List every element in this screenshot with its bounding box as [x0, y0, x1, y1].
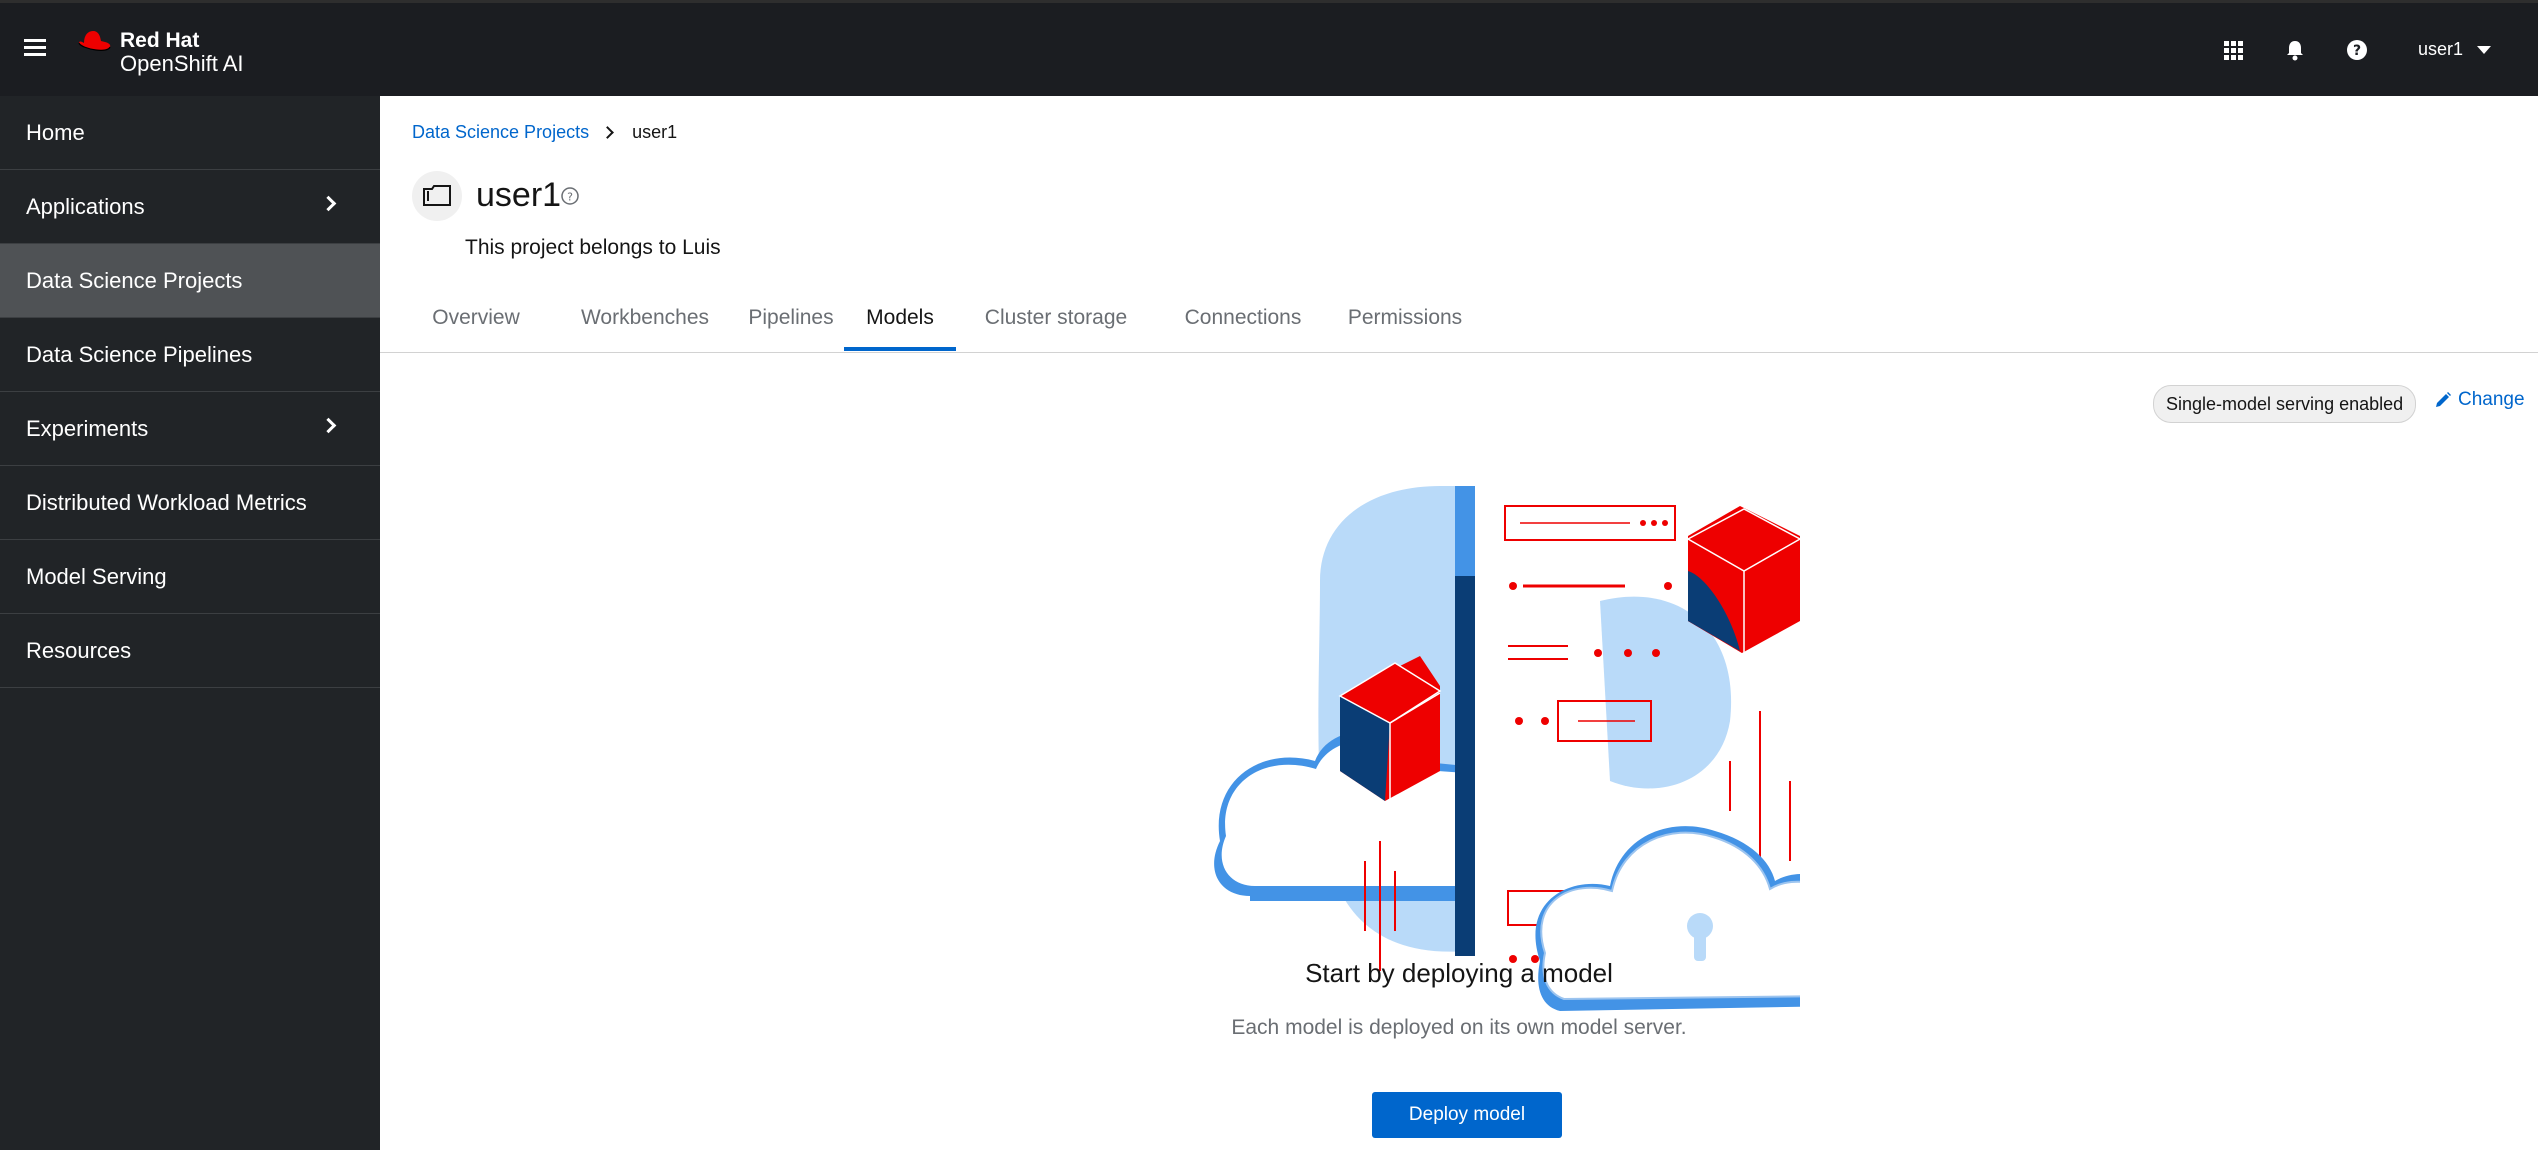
app-launcher-icon[interactable]	[2222, 39, 2244, 61]
deploy-model-button[interactable]: Deploy model	[1372, 1092, 1562, 1138]
tab-permissions[interactable]: Permissions	[1325, 288, 1485, 351]
hamburger-icon[interactable]	[24, 39, 46, 59]
caret-down-icon	[2477, 45, 2492, 54]
tab-workbenches[interactable]: Workbenches	[556, 288, 734, 351]
folder-icon	[423, 185, 451, 206]
chevron-right-icon	[320, 195, 337, 212]
sidebar-item-data-science-pipelines[interactable]: Data Science Pipelines	[0, 318, 380, 392]
chevron-right-icon	[320, 417, 337, 434]
brand-line1: Red Hat	[120, 29, 200, 52]
username-label: user1	[2418, 39, 2464, 59]
user-menu[interactable]: user1	[2418, 39, 2492, 60]
sidebar-item-data-science-projects[interactable]: Data Science Projects	[0, 244, 380, 318]
breadcrumb-current: user1	[632, 122, 678, 142]
tab-pipelines[interactable]: Pipelines	[731, 288, 851, 351]
brand-text: Red Hat OpenShift AI	[120, 29, 244, 75]
sidebar-item-label: Data Science Pipelines	[26, 341, 253, 367]
model-deploy-illustration	[1214, 486, 1800, 1011]
sidebar-item-label: Home	[26, 119, 85, 145]
empty-state-body: Each model is deployed on its own model …	[1231, 1016, 1687, 1039]
sidebar-item-label: Applications	[26, 193, 145, 219]
red-hat-logo-icon	[78, 31, 111, 51]
pencil-icon	[2436, 392, 2451, 407]
change-serving-link[interactable]: Change	[2434, 389, 2525, 411]
tab-overview[interactable]: Overview	[412, 288, 540, 351]
sidebar-item-label: Model Serving	[26, 563, 167, 589]
brand-line2: OpenShift AI	[120, 51, 244, 76]
help-icon[interactable]: ?	[2346, 39, 2368, 61]
change-label: Change	[2458, 389, 2525, 410]
svg-text:?: ?	[567, 191, 573, 204]
sidebar-item-experiments[interactable]: Experiments	[0, 392, 380, 466]
main-content: Data Science Projects user1 user1 ? This…	[380, 96, 2538, 1150]
sidebar-item-label: Resources	[26, 637, 132, 663]
sidebar-item-label: Data Science Projects	[26, 267, 243, 293]
svg-text:?: ?	[2353, 43, 2361, 59]
chevron-right-icon	[601, 126, 614, 139]
notification-bell-icon[interactable]	[2284, 39, 2306, 61]
project-avatar	[412, 171, 462, 221]
tab-cluster-storage[interactable]: Cluster storage	[963, 288, 1149, 351]
sidebar-item-model-serving[interactable]: Model Serving	[0, 540, 380, 614]
project-tabs: Overview Workbenches Pipelines Models Cl…	[380, 288, 2538, 353]
masthead: Red Hat OpenShift AI ? user1	[0, 0, 2538, 96]
page-title: user1	[476, 176, 562, 214]
serving-mode-badge: Single-model serving enabled	[2153, 385, 2417, 423]
sidebar-item-label: Experiments	[26, 415, 149, 441]
sidebar-item-applications[interactable]: Applications	[0, 170, 380, 244]
sidebar-item-label: Distributed Workload Metrics	[26, 489, 307, 515]
breadcrumb-link-projects[interactable]: Data Science Projects	[412, 122, 589, 143]
empty-state-title: Start by deploying a model	[1305, 958, 1613, 988]
tab-models[interactable]: Models	[844, 288, 956, 351]
help-icon[interactable]: ?	[560, 186, 580, 206]
tab-connections[interactable]: Connections	[1161, 288, 1325, 351]
sidebar-item-home[interactable]: Home	[0, 96, 380, 170]
sidebar-item-distributed-workload-metrics[interactable]: Distributed Workload Metrics	[0, 466, 380, 540]
breadcrumb: Data Science Projects user1	[412, 122, 677, 143]
sidebar-item-resources[interactable]: Resources	[0, 614, 380, 688]
sidebar-nav: Home Applications Data Science Projects …	[0, 96, 380, 1150]
project-description: This project belongs to Luis	[465, 236, 721, 259]
